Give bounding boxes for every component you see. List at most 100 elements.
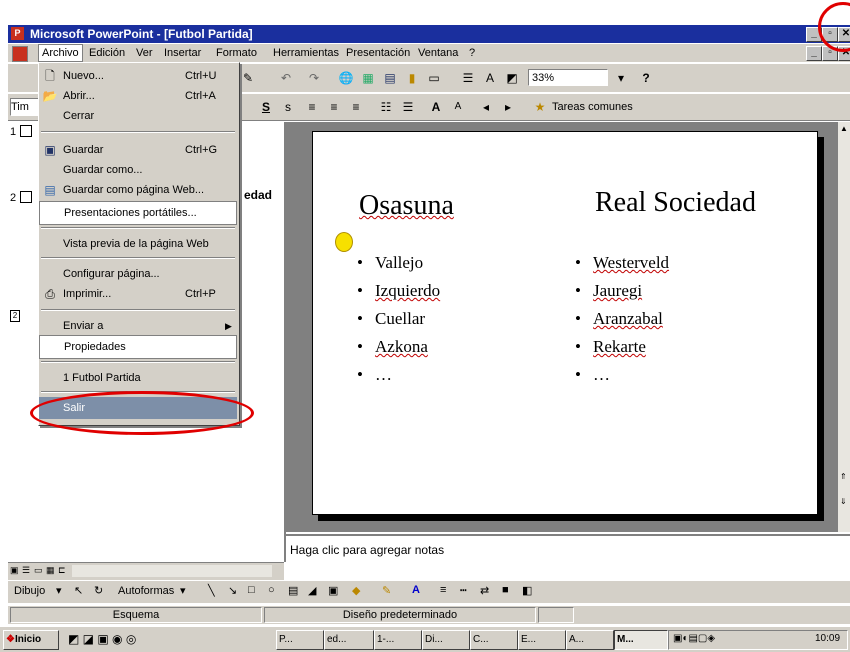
redo-icon[interactable]: ↷: [306, 70, 322, 86]
scroll-up-icon[interactable]: ▲: [840, 124, 848, 133]
shadow-icon[interactable]: S: [258, 99, 274, 115]
free-rotate-icon[interactable]: ↻: [94, 584, 103, 597]
menu-ver[interactable]: Ver: [133, 44, 156, 62]
fill-color-icon[interactable]: ◆: [352, 584, 360, 597]
outline-view-icon[interactable]: ☰: [22, 565, 30, 576]
slide-canvas[interactable]: Osasuna Real Sociedad • Vallejo • Izquierd…: [312, 131, 818, 515]
autoshapes-button[interactable]: Autoformas: [118, 585, 174, 597]
menu-herramientas[interactable]: Herramientas: [270, 44, 342, 62]
dropdown-arrow-icon[interactable]: ▾: [613, 70, 629, 86]
menu-item-imprimir[interactable]: ⎙ Imprimir... Ctrl+P: [39, 283, 237, 305]
arrow-icon[interactable]: ↘: [228, 584, 237, 597]
dropdown-arrow-icon[interactable]: ▾: [56, 584, 62, 597]
rectangle-icon[interactable]: □: [248, 584, 255, 596]
oval-icon[interactable]: ○: [268, 584, 275, 596]
taskbar-item[interactable]: 1-...: [374, 630, 422, 650]
demote-icon[interactable]: ▸: [500, 99, 516, 115]
show-formatting-icon[interactable]: A: [482, 70, 498, 86]
menu-ventana[interactable]: Ventana: [415, 44, 461, 62]
taskbar-item[interactable]: Di...: [422, 630, 470, 650]
clipart-icon[interactable]: ▣: [328, 584, 338, 597]
left-column-title[interactable]: Osasuna: [359, 190, 454, 222]
horizontal-scrollbar[interactable]: [72, 565, 272, 577]
menu-item-propiedades[interactable]: Propiedades: [39, 335, 237, 359]
menu-presentacion[interactable]: Presentación: [343, 44, 413, 62]
subscript-icon[interactable]: s: [280, 99, 296, 115]
shadow-style-icon[interactable]: ■: [502, 584, 509, 596]
menu-item-vista-previa-web[interactable]: Vista previa de la página Web: [39, 233, 237, 255]
normal-view-icon[interactable]: ▣: [10, 565, 19, 576]
menu-help[interactable]: ?: [466, 44, 478, 62]
menu-item-guardar[interactable]: ▣ Guardar Ctrl+G: [39, 139, 237, 161]
undo-icon[interactable]: ↶: [278, 70, 294, 86]
decrease-font-icon[interactable]: A: [450, 99, 466, 115]
taskbar-item[interactable]: E...: [518, 630, 566, 650]
notes-pane[interactable]: Haga clic para agregar notas: [286, 534, 850, 564]
wordart-icon[interactable]: ◢: [308, 584, 316, 597]
insert-table-icon[interactable]: ▤: [382, 70, 398, 86]
hyperlink-icon[interactable]: 🌐: [338, 70, 354, 86]
new-slide-icon[interactable]: ▭: [426, 70, 442, 86]
menu-insertar[interactable]: Insertar: [161, 44, 204, 62]
slideshow-view-icon[interactable]: ⊏: [58, 565, 66, 576]
next-slide-icon[interactable]: ⇓: [840, 497, 847, 506]
menu-edicion[interactable]: Edición: [86, 44, 128, 62]
insert-chart-icon[interactable]: ▮: [404, 70, 420, 86]
common-tasks-icon[interactable]: ★: [532, 99, 548, 115]
menu-item-cerrar[interactable]: Cerrar: [39, 105, 237, 127]
slide-view-icon[interactable]: ▭: [34, 565, 43, 576]
dropdown-arrow-icon[interactable]: ▾: [180, 584, 186, 597]
tray-icons[interactable]: ▣◐▤▢◈: [673, 633, 715, 644]
sorter-view-icon[interactable]: ▦: [46, 565, 55, 576]
arrow-style-icon[interactable]: ⇄: [480, 584, 489, 597]
grayscale-icon[interactable]: ◩: [504, 70, 520, 86]
textbox-icon[interactable]: ▤: [288, 584, 298, 597]
menu-item-presentaciones-portatiles[interactable]: Presentaciones portátiles...: [39, 201, 237, 225]
align-left-icon[interactable]: ≡: [304, 99, 320, 115]
3d-style-icon[interactable]: ◧: [522, 584, 532, 597]
promote-icon[interactable]: ◂: [478, 99, 494, 115]
taskbar-item[interactable]: P...: [276, 630, 324, 650]
vertical-scrollbar[interactable]: ▲ ⇑ ⇓: [838, 122, 850, 532]
line-color-icon[interactable]: ✎: [382, 584, 391, 597]
align-center-icon[interactable]: ≡: [326, 99, 342, 115]
right-column-title[interactable]: Real Sociedad: [595, 187, 756, 219]
line-style-icon[interactable]: ≡: [440, 584, 446, 596]
bullets-icon[interactable]: ☰: [400, 99, 416, 115]
menu-archivo[interactable]: Archivo: [38, 44, 83, 62]
menu-item-guardar-web[interactable]: ▤ Guardar como página Web...: [39, 179, 237, 201]
format-painter-icon[interactable]: ✎: [240, 70, 256, 86]
draw-menu-button[interactable]: Dibujo: [14, 585, 45, 597]
align-right-icon[interactable]: ≡: [348, 99, 364, 115]
menu-item-guardar-como[interactable]: Guardar como...: [39, 159, 237, 181]
zoom-select[interactable]: 33%: [528, 69, 608, 86]
menu-item-recent-file[interactable]: 1 Futbol Partida: [39, 367, 237, 389]
quicklaunch-icons[interactable]: ◩ ◪ ▣ ◉ ◎: [68, 632, 136, 646]
help-icon[interactable]: ?: [638, 70, 654, 86]
document-icon[interactable]: [12, 46, 28, 62]
select-pointer-icon[interactable]: ↖: [74, 584, 83, 597]
numbering-icon[interactable]: ☷: [378, 99, 394, 115]
dash-style-icon[interactable]: ┅: [460, 584, 467, 597]
tables-borders-icon[interactable]: ▦: [360, 70, 376, 86]
menu-formato[interactable]: Formato: [213, 44, 260, 62]
powerpoint-app-icon[interactable]: P: [11, 27, 24, 40]
menu-item-abrir[interactable]: 📂 Abrir... Ctrl+A: [39, 85, 237, 107]
lightbulb-icon[interactable]: [335, 232, 353, 252]
taskbar-item-active[interactable]: M...: [614, 630, 668, 650]
increase-font-icon[interactable]: A: [428, 99, 444, 115]
menu-item-enviar-a[interactable]: Enviar a ▶: [39, 315, 237, 337]
taskbar-item[interactable]: ed...: [324, 630, 374, 650]
menu-item-configurar-pagina[interactable]: Configurar página...: [39, 263, 237, 285]
expand-all-icon[interactable]: ☰: [460, 70, 476, 86]
start-button[interactable]: ❖Inicio: [3, 630, 59, 650]
prev-slide-icon[interactable]: ⇑: [840, 472, 847, 481]
doc-minimize-button[interactable]: _: [806, 46, 822, 61]
menu-item-nuevo[interactable]: 🗋 Nuevo... Ctrl+U: [39, 65, 237, 87]
font-color-icon[interactable]: A: [412, 584, 420, 596]
taskbar-item[interactable]: A...: [566, 630, 614, 650]
common-tasks-button[interactable]: Tareas comunes: [552, 99, 633, 115]
font-name-box[interactable]: Tim: [10, 98, 40, 116]
line-icon[interactable]: ╲: [208, 584, 215, 597]
taskbar-item[interactable]: C...: [470, 630, 518, 650]
